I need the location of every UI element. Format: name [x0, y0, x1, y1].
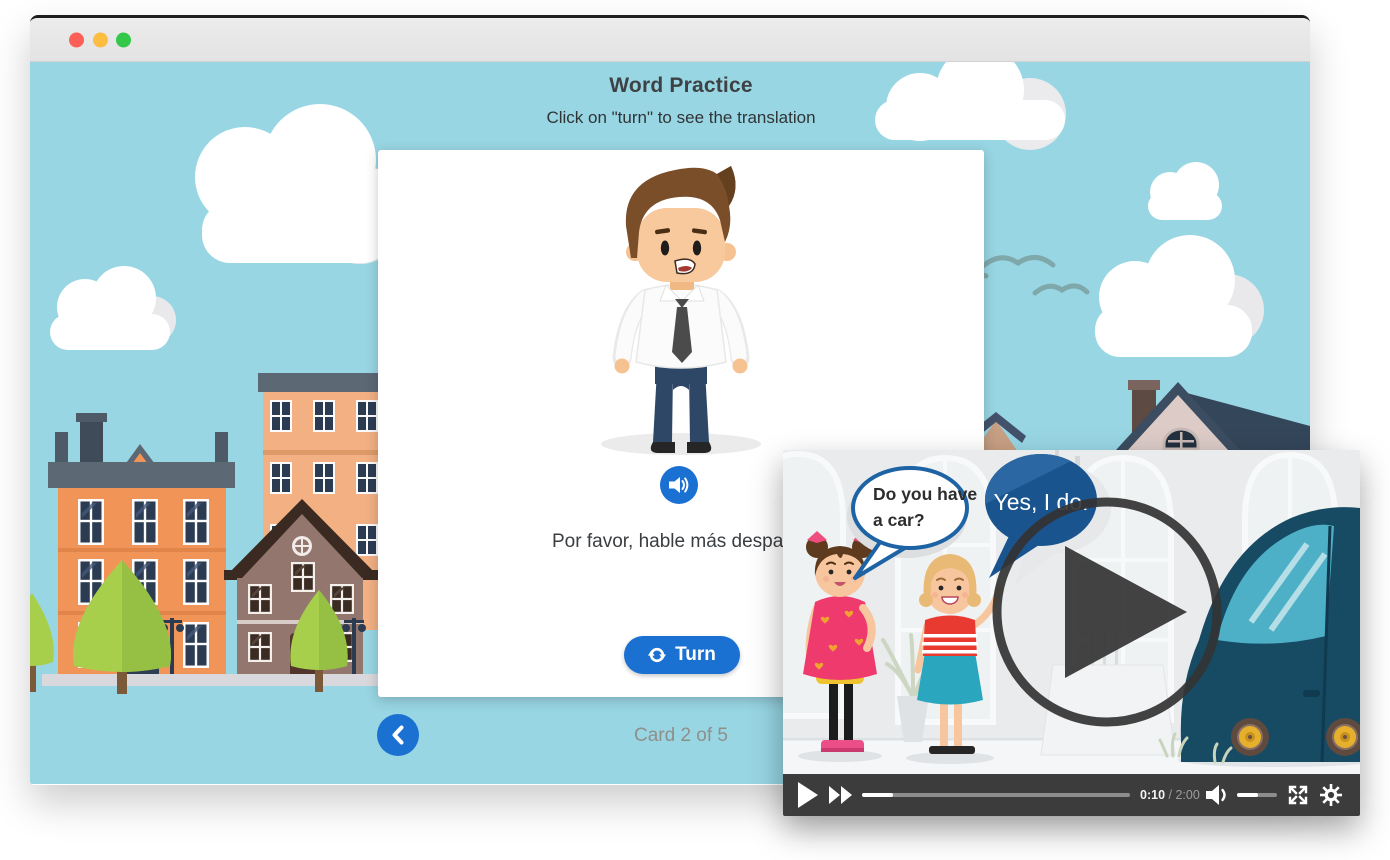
- turn-button-label: Turn: [675, 644, 716, 666]
- video-play-button[interactable]: [798, 782, 818, 808]
- card-counter: Card 2 of 5: [581, 725, 781, 747]
- window-titlebar: [30, 18, 1310, 62]
- volume-button[interactable]: [1206, 785, 1230, 805]
- video-big-play-button[interactable]: [987, 492, 1227, 732]
- zoom-button[interactable]: [116, 33, 131, 48]
- previous-card-button[interactable]: [377, 714, 419, 756]
- building-right-house: [1116, 380, 1310, 450]
- video-controls-bar: 0:10 / 2:00: [783, 774, 1360, 816]
- cloud: [1095, 235, 1264, 357]
- video-progress-bar[interactable]: [862, 793, 1130, 797]
- settings-button[interactable]: [1319, 783, 1343, 807]
- minimize-button[interactable]: [93, 33, 108, 48]
- fast-forward-icon: [829, 786, 853, 804]
- car-wheel: [1231, 718, 1269, 756]
- time-total: 2:00: [1175, 788, 1199, 802]
- fullscreen-icon: [1286, 783, 1310, 807]
- cloud: [195, 104, 405, 264]
- fast-forward-button[interactable]: [829, 786, 853, 804]
- video-time: 0:10 / 2:00: [1140, 788, 1200, 802]
- gear-icon: [1319, 783, 1343, 807]
- play-icon: [987, 492, 1227, 732]
- chevron-left-icon: [390, 724, 406, 746]
- speech-bubble-text: a car?: [873, 510, 925, 530]
- speaker-icon: [1206, 785, 1230, 805]
- birds: [974, 257, 1087, 293]
- sync-icon: [648, 646, 666, 664]
- speaker-audio-icon: [668, 474, 690, 496]
- video-screen: Do you have a car? Yes, I do.: [783, 450, 1360, 774]
- volume-fill: [1237, 793, 1258, 797]
- play-icon: [798, 782, 818, 808]
- audio-play-button[interactable]: [660, 466, 698, 504]
- video-progress-fill: [862, 793, 893, 797]
- close-button[interactable]: [69, 33, 84, 48]
- page-instruction: Click on "turn" to see the translation: [41, 108, 1310, 128]
- cloud: [1148, 162, 1222, 220]
- time-separator: /: [1165, 788, 1175, 802]
- speech-bubble-text: Do you have: [873, 484, 977, 504]
- video-player-overlay: Do you have a car? Yes, I do.: [783, 450, 1360, 816]
- turn-button[interactable]: Turn: [624, 636, 740, 674]
- fullscreen-button[interactable]: [1286, 783, 1310, 807]
- cloud: [50, 266, 176, 350]
- page-title: Word Practice: [41, 74, 1310, 98]
- volume-slider[interactable]: [1237, 793, 1277, 797]
- time-current: 0:10: [1140, 788, 1165, 802]
- man-character-illustration: [571, 160, 791, 460]
- flashcard-phrase: Por favor, hable más despa: [552, 531, 783, 553]
